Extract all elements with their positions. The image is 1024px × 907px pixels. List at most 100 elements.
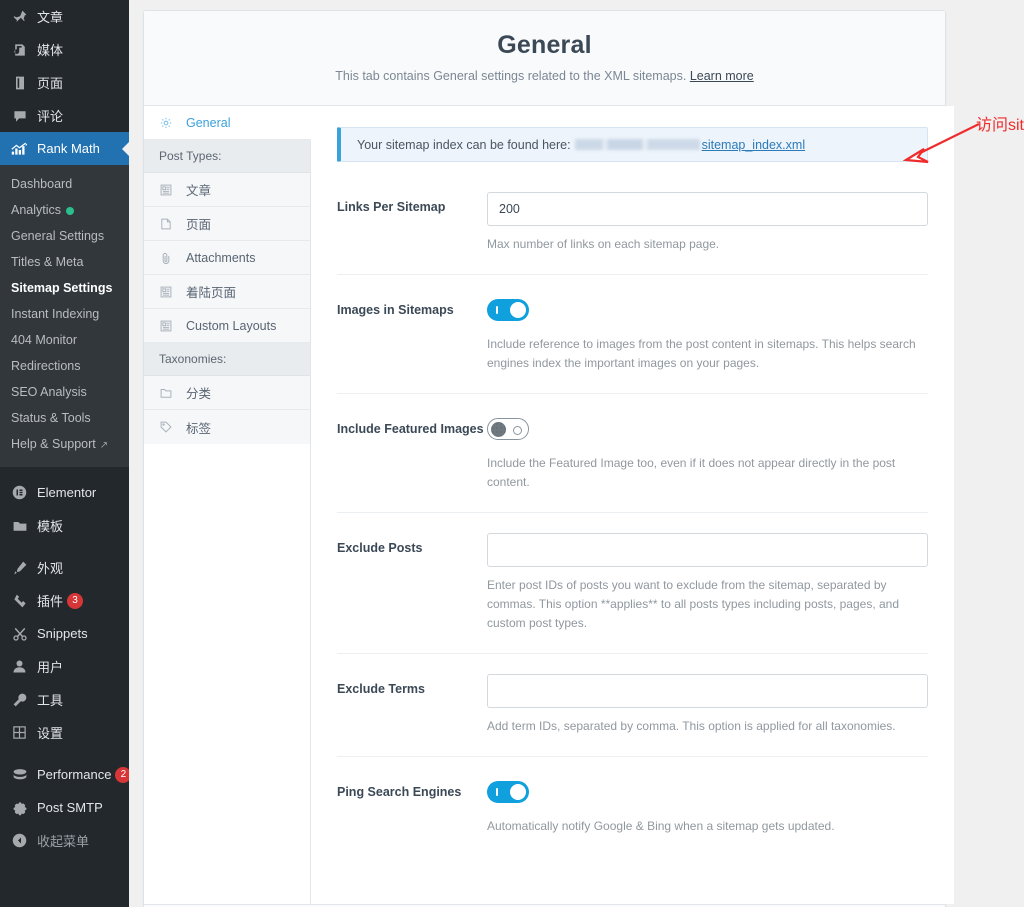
tab-label: 页面 (186, 218, 212, 232)
user-icon (9, 657, 30, 677)
sidebar-item-tools[interactable]: 工具 (0, 683, 129, 716)
submenu-item-redirections[interactable]: Redirections (0, 353, 129, 379)
sidebar-item-appearance[interactable]: 外观 (0, 551, 129, 584)
submenu-item-seo-analysis[interactable]: SEO Analysis (0, 379, 129, 405)
exclude-posts-input[interactable] (487, 533, 928, 567)
field-label: Exclude Posts (337, 541, 423, 555)
sidebar-item-posts[interactable]: 文章 (0, 0, 129, 33)
field-exclude-posts: Exclude Posts Enter post IDs of posts yo… (337, 513, 928, 654)
learn-more-link[interactable]: Learn more (690, 69, 754, 83)
submenu-item-analytics[interactable]: Analytics (0, 197, 129, 223)
external-link-icon: ↗ (99, 440, 109, 451)
field-help: Include the Featured Image too, even if … (487, 456, 896, 489)
tab-label: 文章 (186, 184, 212, 198)
field-control: Automatically notify Google & Bing when … (487, 777, 928, 836)
field-include-featured-images: Include Featured Images Include the Feat… (337, 394, 928, 513)
sidebar-label: 用户 (37, 660, 64, 675)
settings-content: Your sitemap index can be found here: si… (311, 106, 954, 904)
sidebar-item-settings[interactable]: 设置 (0, 716, 129, 749)
sidebar-label: 文章 (37, 10, 64, 25)
sidebar-item-collapse-menu[interactable]: 收起菜单 (0, 824, 129, 857)
sidebar-item-plugins[interactable]: 插件 3 (0, 584, 129, 617)
sidebar-item-performance[interactable]: Performance 2 (0, 758, 129, 791)
sitemap-index-notice: Your sitemap index can be found here: si… (337, 127, 928, 162)
tab-post-type-pages[interactable]: 页面 (144, 207, 310, 241)
settings-panel: General This tab contains General settin… (143, 10, 954, 907)
submenu-item-general-settings[interactable]: General Settings (0, 223, 129, 249)
active-arrow-indicator (122, 140, 129, 157)
tab-taxonomy-tags[interactable]: 标签 (144, 410, 310, 444)
appearance-icon (9, 558, 30, 578)
images-in-sitemaps-toggle[interactable] (487, 299, 529, 321)
field-control: Enter post IDs of posts you want to excl… (487, 533, 928, 633)
tab-label: General (186, 115, 231, 130)
links-per-sitemap-input[interactable] (487, 192, 928, 226)
submenu-item-titles-meta[interactable]: Titles & Meta (0, 249, 129, 275)
field-help: Include reference to images from the pos… (487, 337, 916, 370)
sidebar-item-templates[interactable]: 模板 (0, 509, 129, 542)
tab-post-type-posts[interactable]: 文章 (144, 173, 310, 207)
submenu-item-sitemap-settings[interactable]: Sitemap Settings (0, 275, 129, 301)
sidebar-item-post-smtp[interactable]: Post SMTP (0, 791, 129, 824)
tab-group-post-types: Post Types: (144, 140, 310, 173)
sidebar-item-pages[interactable]: 页面 (0, 66, 129, 99)
field-help: Max number of links on each sitemap page… (487, 237, 720, 251)
landing-page-icon (159, 285, 178, 299)
tab-label: 分类 (186, 387, 212, 401)
sidebar-item-comments[interactable]: 评论 (0, 99, 129, 132)
scissors-icon (9, 624, 30, 644)
panel-header: General This tab contains General settin… (144, 11, 945, 106)
wordpress-admin-screen: 文章 媒体 页面 评论 Rank Math Dashboard Analytic… (0, 0, 1024, 907)
tab-label: 标签 (186, 421, 212, 436)
annotation-arrow-icon (902, 123, 980, 164)
rank-math-settings-wrap: General This tab contains General settin… (143, 10, 954, 907)
exclude-terms-input[interactable] (487, 674, 928, 708)
sidebar-label: 媒体 (37, 43, 64, 58)
tab-post-type-attachments[interactable]: Attachments (144, 241, 310, 275)
menu-divider (0, 542, 129, 551)
tab-label: Custom Layouts (186, 318, 277, 333)
sidebar-label: 模板 (37, 519, 64, 534)
submenu-item-status-tools[interactable]: Status & Tools (0, 405, 129, 431)
sidebar-label: Snippets (37, 626, 88, 641)
folder-icon (159, 386, 178, 400)
tab-post-type-custom-layouts[interactable]: Custom Layouts (144, 309, 310, 343)
settings-icon (9, 723, 30, 743)
sidebar-item-rank-math[interactable]: Rank Math (0, 132, 129, 165)
tabs-filler (144, 444, 310, 904)
elementor-icon (9, 483, 30, 503)
include-featured-images-toggle[interactable] (487, 418, 529, 440)
sidebar-label: Rank Math (37, 141, 100, 156)
submenu-item-help-support[interactable]: Help & Support ↗ (0, 431, 129, 459)
sidebar-item-snippets[interactable]: Snippets (0, 617, 129, 650)
tab-post-type-landing-pages[interactable]: 着陆页面 (144, 275, 310, 309)
panel-body: General Post Types: 文章 页面 Attachments 着陆… (144, 106, 954, 904)
field-label: Images in Sitemaps (337, 303, 454, 317)
sidebar-label: 插件 (37, 594, 64, 609)
page-icon (9, 73, 30, 93)
performance-icon (9, 765, 30, 785)
pages-icon (159, 217, 178, 231)
sitemap-index-link[interactable]: sitemap_index.xml (702, 138, 806, 152)
plugin-update-badge: 3 (67, 592, 84, 609)
plugin-icon (9, 591, 30, 611)
tab-taxonomy-categories[interactable]: 分类 (144, 376, 310, 410)
settings-tabs: General Post Types: 文章 页面 Attachments 着陆… (144, 106, 311, 904)
rank-math-submenu: Dashboard Analytics General Settings Tit… (0, 165, 129, 467)
field-help: Enter post IDs of posts you want to excl… (487, 578, 900, 630)
submenu-item-dashboard[interactable]: Dashboard (0, 171, 129, 197)
field-links-per-sitemap: Links Per Sitemap Max number of links on… (337, 172, 928, 275)
ping-search-engines-toggle[interactable] (487, 781, 529, 803)
sidebar-label: 外观 (37, 561, 64, 576)
field-help: Add term IDs, separated by comma. This o… (487, 719, 896, 733)
submenu-item-instant-indexing[interactable]: Instant Indexing (0, 301, 129, 327)
field-exclude-terms: Exclude Terms Add term IDs, separated by… (337, 654, 928, 757)
sidebar-item-users[interactable]: 用户 (0, 650, 129, 683)
rank-math-icon (9, 139, 30, 159)
page-subtitle: This tab contains General settings relat… (174, 69, 915, 83)
sidebar-label: 设置 (37, 726, 64, 741)
sidebar-item-elementor[interactable]: Elementor (0, 476, 129, 509)
tab-general[interactable]: General (144, 106, 311, 140)
submenu-item-404-monitor[interactable]: 404 Monitor (0, 327, 129, 353)
sidebar-item-media[interactable]: 媒体 (0, 33, 129, 66)
